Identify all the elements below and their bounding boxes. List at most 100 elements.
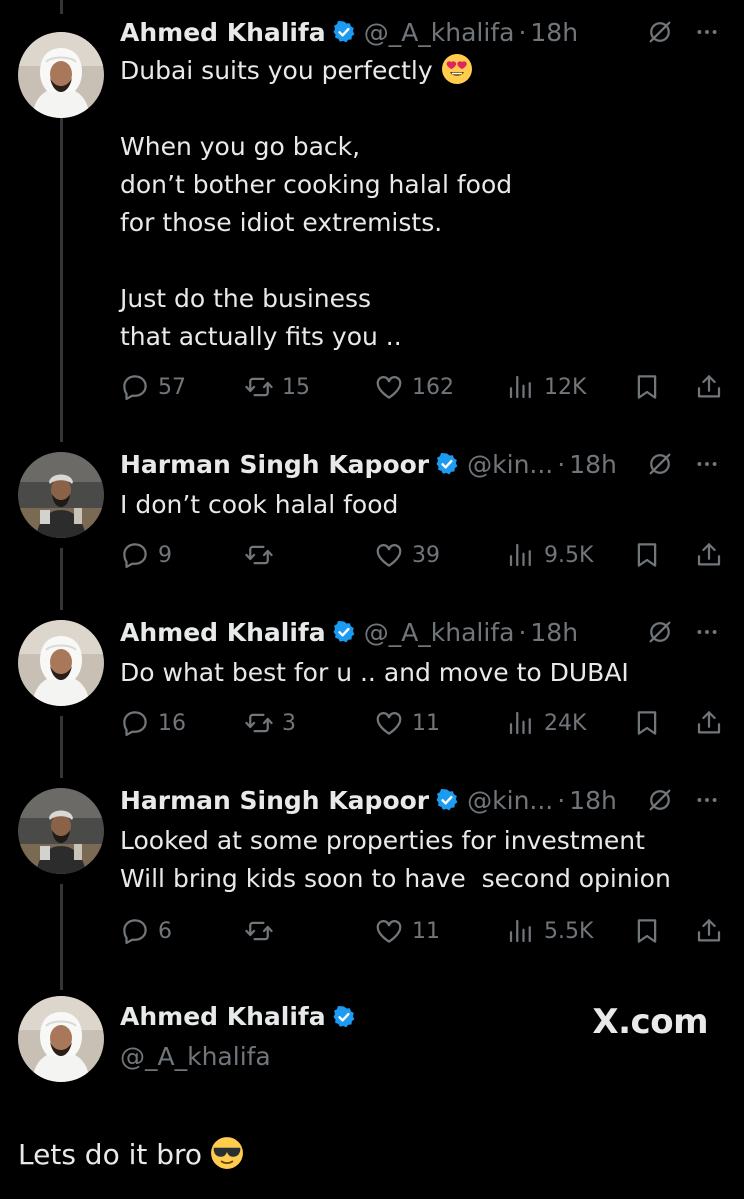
views-icon — [506, 708, 536, 738]
tweet-header: Ahmed Khalifa @_A_khalifa · 18h — [120, 614, 720, 650]
share-button[interactable] — [694, 706, 724, 740]
reply-button[interactable]: 16 — [120, 706, 186, 740]
repost-button[interactable] — [244, 914, 282, 948]
views-icon — [506, 916, 536, 946]
like-icon — [374, 708, 404, 738]
reply-button[interactable]: 57 — [120, 370, 186, 404]
bookmark-icon — [632, 372, 662, 402]
like-count: 162 — [412, 374, 454, 400]
share-icon — [694, 372, 724, 402]
author-name[interactable]: Harman Singh Kapoor — [120, 450, 429, 479]
like-button[interactable]: 162 — [374, 370, 454, 404]
author-name[interactable]: Ahmed Khalifa — [120, 18, 326, 47]
author-name[interactable]: Ahmed Khalifa — [120, 1002, 326, 1031]
views-count: 5.5K — [544, 918, 594, 944]
avatar[interactable] — [18, 32, 104, 118]
timestamp[interactable]: 18h — [530, 18, 578, 47]
reply-icon — [120, 708, 150, 738]
like-count: 39 — [412, 542, 440, 568]
author-handle[interactable]: @_A_khalifa — [364, 618, 515, 647]
like-icon — [374, 540, 404, 570]
avatar-image — [18, 452, 104, 538]
avatar[interactable] — [18, 996, 104, 1082]
reply-button[interactable]: 6 — [120, 914, 172, 948]
repost-button[interactable] — [244, 538, 282, 572]
avatar-image — [18, 996, 104, 1082]
bookmark-icon — [632, 540, 662, 570]
views-button[interactable]: 24K — [506, 706, 586, 740]
tweet-text: I don’t cook halal food — [120, 486, 724, 524]
more-icon[interactable] — [694, 451, 720, 477]
avatar-image — [18, 788, 104, 874]
reply-button[interactable]: 9 — [120, 538, 172, 572]
views-button[interactable]: 5.5K — [506, 914, 593, 948]
like-button[interactable]: 11 — [374, 914, 440, 948]
tweet-text: Lets do it bro — [18, 1136, 244, 1171]
author-handle[interactable]: @_A_khalifa — [364, 18, 515, 47]
author-handle[interactable]: @_A_khalifa — [120, 1042, 271, 1071]
views-button[interactable]: 9.5K — [506, 538, 593, 572]
thread-line — [60, 0, 63, 14]
timestamp[interactable]: 18h — [569, 450, 617, 479]
bookmark-button[interactable] — [632, 914, 662, 948]
repost-button[interactable]: 15 — [244, 370, 310, 404]
repost-icon — [244, 708, 274, 738]
thread-line — [60, 884, 63, 990]
reply-count: 57 — [158, 374, 186, 400]
grok-icon[interactable] — [646, 450, 674, 478]
tweet-text: Do what best for u .. and move to DUBAI — [120, 654, 724, 692]
reply-icon — [120, 372, 150, 402]
more-icon[interactable] — [694, 19, 720, 45]
avatar[interactable] — [18, 452, 104, 538]
views-count: 9.5K — [544, 542, 594, 568]
author-name[interactable]: Ahmed Khalifa — [120, 618, 326, 647]
timestamp[interactable]: 18h — [569, 786, 617, 815]
views-icon — [506, 540, 536, 570]
repost-icon — [244, 916, 274, 946]
tweet-header: Ahmed Khalifa @_A_khalifa · 18h — [120, 14, 720, 50]
like-icon — [374, 916, 404, 946]
bookmark-icon — [632, 916, 662, 946]
share-button[interactable] — [694, 370, 724, 404]
share-button[interactable] — [694, 914, 724, 948]
like-button[interactable]: 39 — [374, 538, 440, 572]
thread-line — [60, 112, 63, 442]
tweet-line: that actually fits you .. — [120, 322, 402, 351]
grok-icon[interactable] — [646, 786, 674, 814]
views-button[interactable]: 12K — [506, 370, 586, 404]
bookmark-button[interactable] — [632, 370, 662, 404]
separator-dot: · — [518, 617, 527, 647]
reply-icon — [120, 916, 150, 946]
author-handle[interactable]: @kin... — [467, 786, 553, 815]
tweet-line: don’t bother cooking halal food — [120, 170, 513, 199]
like-icon — [374, 372, 404, 402]
tweet-line: When you go back, — [120, 132, 361, 161]
grok-icon[interactable] — [646, 618, 674, 646]
tweet-actions: 16 3 11 24K — [120, 706, 726, 740]
grok-icon[interactable] — [646, 18, 674, 46]
tweet-actions: 9 39 9.5K — [120, 538, 726, 572]
verified-icon — [332, 620, 356, 644]
repost-button[interactable]: 3 — [244, 706, 296, 740]
more-icon[interactable] — [694, 619, 720, 645]
tweet-line: I don’t cook halal food — [120, 490, 399, 519]
separator-dot: · — [557, 449, 566, 479]
timestamp[interactable]: 18h — [530, 618, 578, 647]
views-icon — [506, 372, 536, 402]
heart-eyes-emoji — [441, 53, 473, 85]
more-icon[interactable] — [694, 787, 720, 813]
repost-icon — [244, 372, 274, 402]
share-icon — [694, 916, 724, 946]
like-button[interactable]: 11 — [374, 706, 440, 740]
avatar[interactable] — [18, 788, 104, 874]
x-brand-watermark: X.com — [592, 1002, 708, 1042]
share-button[interactable] — [694, 538, 724, 572]
bookmark-button[interactable] — [632, 706, 662, 740]
avatar[interactable] — [18, 620, 104, 706]
author-handle[interactable]: @kin... — [467, 450, 553, 479]
tweet-text: Looked at some properties for investment… — [120, 822, 724, 898]
author-name[interactable]: Harman Singh Kapoor — [120, 786, 429, 815]
bookmark-button[interactable] — [632, 538, 662, 572]
reply-count: 6 — [158, 918, 172, 944]
tweet-text: Dubai suits you perfectly When you go ba… — [120, 52, 724, 356]
